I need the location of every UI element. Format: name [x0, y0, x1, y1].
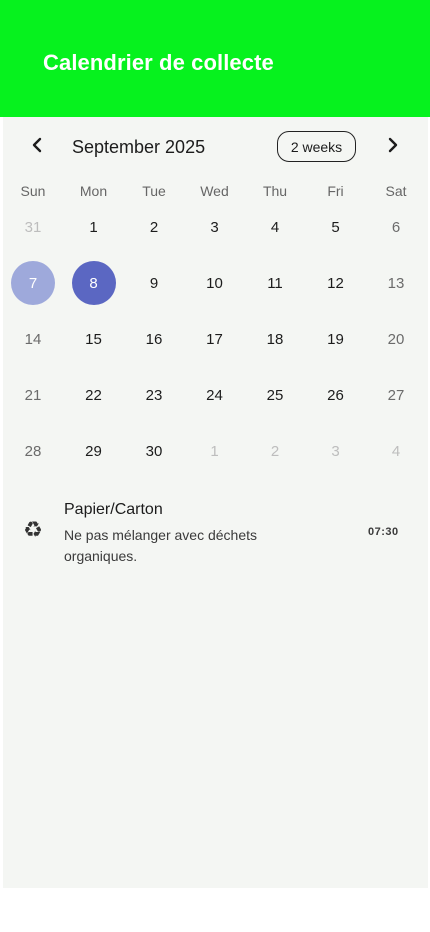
calendar-day[interactable]: 5	[314, 205, 358, 249]
calendar-day[interactable]: 26	[314, 373, 358, 417]
calendar-day[interactable]: 9	[132, 261, 176, 305]
calendar-day[interactable]: 28	[11, 429, 55, 473]
calendar-day[interactable]: 7	[11, 261, 55, 305]
event-time: 07:30	[368, 526, 399, 538]
previous-month-button[interactable]	[24, 134, 50, 160]
page-title: Calendrier de collecte	[43, 50, 274, 75]
weekday-sat: Sat	[385, 183, 407, 199]
calendar-day[interactable]: 31	[11, 205, 55, 249]
calendar-day[interactable]: 27	[374, 373, 418, 417]
calendar-day[interactable]: 23	[132, 373, 176, 417]
app-screen: Calendrier de collecte September 2025 2 …	[0, 0, 430, 932]
calendar-day[interactable]: 16	[132, 317, 176, 361]
calendar-day[interactable]: 4	[253, 205, 297, 249]
calendar-nav: September 2025 2 weeks	[3, 117, 428, 177]
calendar-day[interactable]: 12	[314, 261, 358, 305]
calendar-day[interactable]: 14	[11, 317, 55, 361]
recycle-icon: ♻	[23, 517, 43, 542]
calendar-day[interactable]: 6	[374, 205, 418, 249]
calendar-day[interactable]: 3	[314, 429, 358, 473]
calendar-day[interactable]: 3	[193, 205, 237, 249]
calendar-day[interactable]: 1	[72, 205, 116, 249]
weekday-sun: Sun	[20, 183, 46, 199]
calendar-day[interactable]: 8	[71, 261, 116, 305]
calendar-day[interactable]: 4	[374, 429, 418, 473]
calendar-day[interactable]: 22	[72, 373, 116, 417]
calendar-day[interactable]: 2	[132, 205, 176, 249]
weekday-thu: Thu	[262, 183, 288, 199]
calendar-day[interactable]: 15	[72, 317, 116, 361]
chevron-right-icon	[387, 137, 399, 158]
weekday-wed: Wed	[200, 183, 229, 199]
calendar-content: September 2025 2 weeks Sun Mon Tue Wed T…	[3, 117, 428, 888]
calendar-day[interactable]: 11	[253, 261, 297, 305]
calendar-day[interactable]: 19	[314, 317, 358, 361]
event-title: Papier/Carton	[64, 501, 163, 518]
next-month-button[interactable]	[380, 134, 406, 160]
chevron-left-icon	[31, 137, 43, 158]
event-list-item[interactable]: ♻ Papier/Carton Ne pas mélanger avec déc…	[3, 495, 428, 575]
event-description: Ne pas mélanger avec déchets organiques.	[64, 527, 257, 564]
calendar-day[interactable]: 1	[193, 429, 237, 473]
calendar-day[interactable]: 18	[253, 317, 297, 361]
app-header: Calendrier de collecte	[0, 0, 430, 117]
calendar-day[interactable]: 13	[374, 261, 418, 305]
calendar-format-button[interactable]: 2 weeks	[277, 131, 356, 162]
calendar-day[interactable]: 24	[193, 373, 237, 417]
calendar-day[interactable]: 25	[253, 373, 297, 417]
calendar-day[interactable]: 20	[374, 317, 418, 361]
weekday-fri: Fri	[327, 183, 344, 199]
calendar-day[interactable]: 21	[11, 373, 55, 417]
weekday-tue: Tue	[142, 183, 166, 199]
weekday-header: Sun Mon Tue Wed Thu Fri Sat	[3, 183, 428, 203]
calendar-day[interactable]: 17	[193, 317, 237, 361]
calendar-day[interactable]: 30	[132, 429, 176, 473]
month-label: September 2025	[72, 137, 206, 157]
weekday-mon: Mon	[79, 183, 108, 199]
calendar-day[interactable]: 10	[193, 261, 237, 305]
calendar-day[interactable]: 2	[253, 429, 297, 473]
calendar-day[interactable]: 29	[72, 429, 116, 473]
